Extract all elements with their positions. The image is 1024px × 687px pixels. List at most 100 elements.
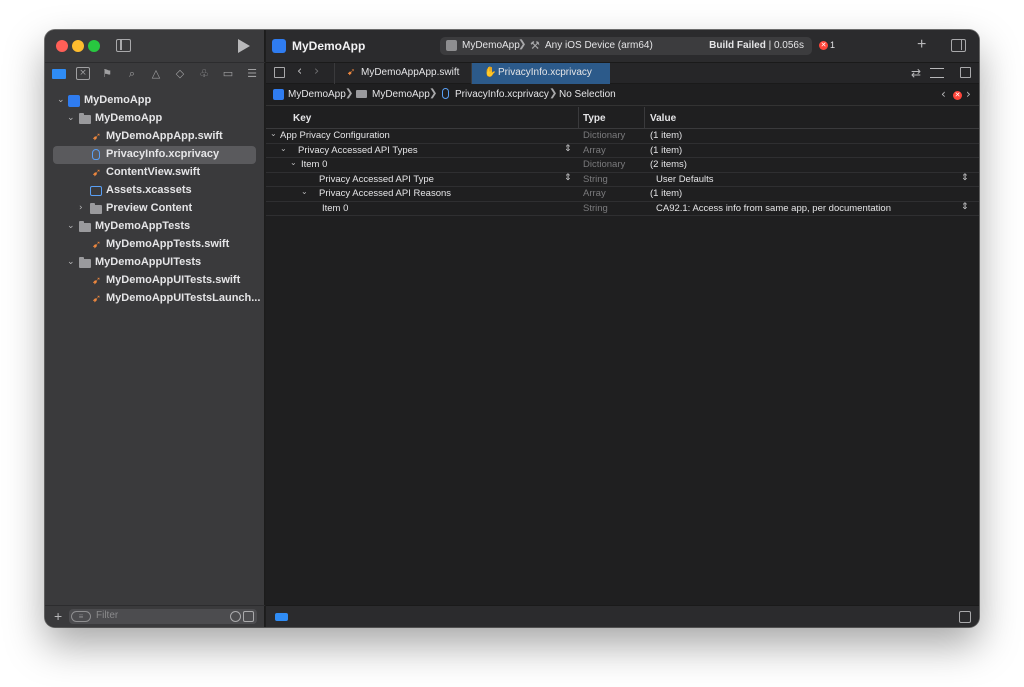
project-navigator-icon[interactable] <box>52 69 66 79</box>
sidebar-toggle-icon[interactable] <box>116 39 131 52</box>
error-icon[interactable]: ✕ <box>819 41 828 50</box>
swap-editor-icon[interactable]: ⇄ <box>911 66 921 80</box>
tree-item-file[interactable]: ➹ ContentView.swift <box>45 164 265 182</box>
source-control-navigator-icon[interactable]: × <box>76 67 90 80</box>
chevron-down-icon[interactable]: ⌄ <box>67 113 75 123</box>
plist-row[interactable]: ⌄ App Privacy Configuration Dictionary (… <box>266 129 979 144</box>
column-divider[interactable] <box>578 107 579 128</box>
column-header-value[interactable]: Value <box>650 113 676 124</box>
plist-row[interactable]: Privacy Accessed API Type ⇕ String User … <box>266 173 979 187</box>
breadcrumb-item[interactable]: MyDemoApp <box>372 89 430 100</box>
next-issue-icon[interactable]: › <box>966 87 971 101</box>
breadcrumb-item[interactable]: PrivacyInfo.xcprivacy <box>455 89 549 100</box>
minimize-window-button[interactable] <box>72 40 84 52</box>
value-stepper-icon[interactable]: ⇕ <box>961 202 969 212</box>
plist-key[interactable]: Item 0 <box>322 203 348 214</box>
tree-item-file[interactable]: Assets.xcassets <box>45 182 265 200</box>
close-window-button[interactable] <box>56 40 68 52</box>
chevron-down-icon[interactable]: ⌄ <box>290 158 297 167</box>
find-navigator-icon[interactable]: ⌕ <box>125 67 139 80</box>
zoom-window-button[interactable] <box>88 40 100 52</box>
breadcrumb-item[interactable]: No Selection <box>559 89 616 100</box>
tree-item-file[interactable]: ➹ MyDemoAppApp.swift <box>45 128 265 146</box>
plist-row[interactable]: Item 0 String CA92.1: Access info from s… <box>266 202 979 216</box>
chevron-down-icon[interactable]: ⌄ <box>270 129 277 138</box>
bookmark-navigator-icon[interactable]: ⚑ <box>100 67 114 80</box>
plist-value[interactable]: (1 item) <box>650 130 682 141</box>
tree-item-folder[interactable]: ⌄ MyDemoAppTests <box>45 218 265 236</box>
plist-type[interactable]: Array <box>583 145 606 156</box>
plist-value[interactable]: (1 item) <box>650 188 682 199</box>
previous-issue-icon[interactable]: ‹ <box>941 87 946 101</box>
plist-row[interactable]: ⌄ Item 0 Dictionary (2 items) <box>266 158 979 173</box>
privacy-hand-icon <box>92 149 100 160</box>
error-icon[interactable]: ✕ <box>953 91 962 100</box>
tree-item-folder[interactable]: › Preview Content <box>45 200 265 218</box>
key-stepper-icon[interactable]: ⇕ <box>564 144 572 154</box>
plist-key[interactable]: Item 0 <box>301 159 327 170</box>
tree-item-file[interactable]: ➹ MyDemoAppUITests.swift <box>45 272 265 290</box>
inspector-toggle-icon[interactable] <box>951 39 966 52</box>
plist-type[interactable]: String <box>583 174 608 185</box>
related-items-icon[interactable] <box>274 67 285 78</box>
chevron-down-icon[interactable]: ⌄ <box>67 221 75 231</box>
scheme-name[interactable]: MyDemoApp <box>462 40 520 51</box>
scheme-selector[interactable]: MyDemoApp ❯ ⚒ Any iOS Device (arm64) Bui… <box>440 37 812 55</box>
column-divider[interactable] <box>644 107 645 128</box>
run-destination[interactable]: Any iOS Device (arm64) <box>545 40 653 51</box>
forward-arrow-icon[interactable]: › <box>314 64 319 79</box>
tree-item-project[interactable]: ⌄ MyDemoApp <box>45 92 265 110</box>
plist-value[interactable]: CA92.1: Access info from same app, per d… <box>656 203 891 214</box>
run-button[interactable] <box>238 39 250 53</box>
chevron-down-icon[interactable]: ⌄ <box>67 257 75 267</box>
plist-type[interactable]: Array <box>583 188 606 199</box>
recent-files-icon[interactable] <box>230 611 241 622</box>
breadcrumb-item[interactable]: MyDemoApp <box>288 89 346 100</box>
plist-key[interactable]: Privacy Accessed API Types <box>298 145 418 156</box>
debug-area-toggle-icon[interactable] <box>959 611 971 623</box>
test-navigator-icon[interactable]: ◇ <box>173 67 187 80</box>
add-file-button[interactable]: + <box>54 608 62 624</box>
folder-icon <box>79 221 91 232</box>
split-editor-icon[interactable] <box>960 67 971 78</box>
key-stepper-icon[interactable]: ⇕ <box>564 173 572 183</box>
debug-navigator-icon[interactable]: ♧ <box>197 67 211 80</box>
filter-field[interactable]: ≡ Filter <box>69 609 257 624</box>
tree-item-file[interactable]: ➹ MyDemoAppUITestsLaunch... <box>45 290 265 308</box>
plist-value[interactable]: User Defaults <box>656 174 714 185</box>
breakpoint-navigator-icon[interactable]: ▭ <box>221 67 235 80</box>
debug-area-indicator-icon[interactable] <box>275 613 288 621</box>
plist-value[interactable]: (1 item) <box>650 145 682 156</box>
chevron-down-icon[interactable]: ⌄ <box>280 144 287 153</box>
plist-key[interactable]: Privacy Accessed API Reasons <box>319 188 451 199</box>
plist-row[interactable]: ⌄ Privacy Accessed API Reasons Array (1 … <box>266 187 979 202</box>
tab-privacy-file[interactable]: ✋ PrivacyInfo.xcprivacy <box>471 63 610 84</box>
issue-navigator-icon[interactable]: △ <box>149 67 163 80</box>
add-library-button[interactable]: + <box>917 36 926 54</box>
plist-value[interactable]: (2 items) <box>650 159 687 170</box>
plist-type[interactable]: String <box>583 203 608 214</box>
chevron-right-icon[interactable]: › <box>79 203 83 213</box>
tree-item-file-selected[interactable]: PrivacyInfo.xcprivacy <box>53 146 256 164</box>
chevron-down-icon[interactable]: ⌄ <box>301 187 308 196</box>
plist-type[interactable]: Dictionary <box>583 159 625 170</box>
report-navigator-icon[interactable]: ☰ <box>245 67 259 80</box>
plist-key[interactable]: App Privacy Configuration <box>280 130 390 141</box>
tab-swift-file[interactable]: ➹ MyDemoAppApp.swift <box>334 63 471 84</box>
plist-key[interactable]: Privacy Accessed API Type <box>319 174 434 185</box>
column-header-key[interactable]: Key <box>293 113 311 124</box>
value-stepper-icon[interactable]: ⇕ <box>961 173 969 183</box>
tree-item-folder[interactable]: ⌄ MyDemoApp <box>45 110 265 128</box>
error-count[interactable]: 1 <box>830 40 835 50</box>
chevron-down-icon[interactable]: ⌄ <box>57 95 65 105</box>
tree-item-file[interactable]: ➹ MyDemoAppTests.swift <box>45 236 265 254</box>
tree-item-folder[interactable]: ⌄ MyDemoAppUITests <box>45 254 265 272</box>
plist-type[interactable]: Dictionary <box>583 130 625 141</box>
back-arrow-icon[interactable]: ‹ <box>297 64 302 79</box>
source-control-filter-icon[interactable] <box>243 611 254 622</box>
column-header-type[interactable]: Type <box>583 113 606 124</box>
filter-options-icon[interactable]: ≡ <box>71 611 91 622</box>
plist-row[interactable]: ⌄ Privacy Accessed API Types ⇕ Array (1 … <box>266 144 979 158</box>
breadcrumb: MyDemoApp ❯ MyDemoApp ❯ PrivacyInfo.xcpr… <box>266 84 979 106</box>
editor-options-icon[interactable] <box>930 68 944 78</box>
